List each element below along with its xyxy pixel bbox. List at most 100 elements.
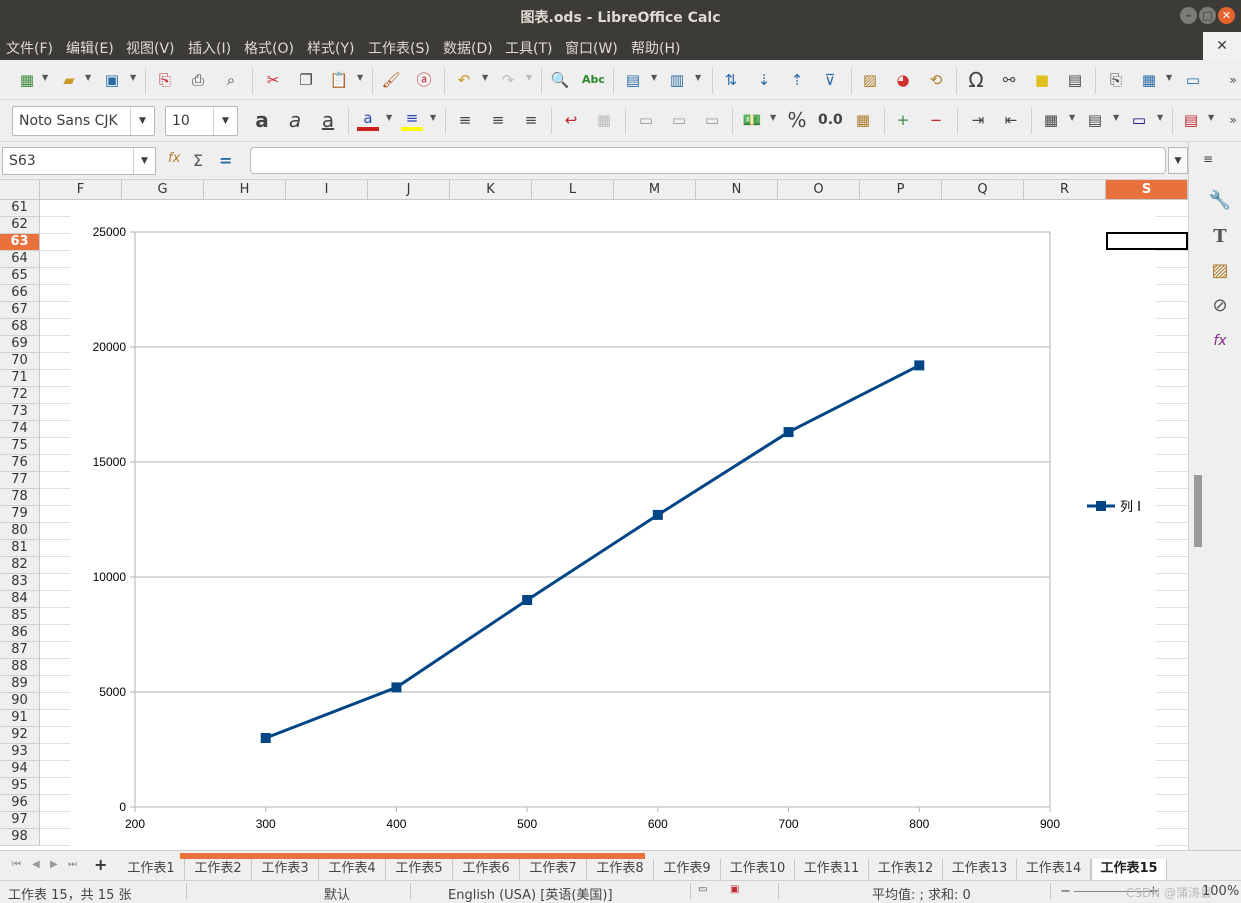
copy-icon[interactable]: ❐ (295, 69, 317, 91)
sheet-tab[interactable]: 工作表3 (252, 859, 319, 881)
more-toolbar-icon[interactable]: » (1222, 69, 1241, 91)
prev-sheet-icon[interactable]: ◀ (32, 859, 40, 870)
properties-icon[interactable]: 🔧 (1207, 188, 1233, 214)
data-point-marker[interactable] (783, 427, 794, 438)
language-indicator[interactable]: English (USA) [英语(美国)] (448, 884, 613, 903)
row-header-76[interactable]: 76 (0, 455, 40, 472)
column-header-i[interactable]: I (286, 180, 368, 200)
row-header-93[interactable]: 93 (0, 744, 40, 761)
menu-insert[interactable]: 插入(I) (188, 38, 231, 58)
column-header-j[interactable]: J (368, 180, 450, 200)
row-header-83[interactable]: 83 (0, 574, 40, 591)
row-header-89[interactable]: 89 (0, 676, 40, 693)
align-right-icon[interactable]: ≡ (520, 109, 542, 131)
split-window-icon[interactable]: ▭ (1182, 69, 1204, 91)
line-chart[interactable]: 0 5000 10000 15000 20000 25000 200 300 400 500 600… (70, 202, 1155, 847)
row-header-94[interactable]: 94 (0, 761, 40, 778)
select-all-corner[interactable] (0, 180, 40, 200)
data-point-marker[interactable] (652, 509, 663, 520)
row-header-98[interactable]: 98 (0, 829, 40, 846)
row-header-95[interactable]: 95 (0, 778, 40, 795)
menu-file[interactable]: 文件(F) (6, 38, 53, 58)
row-header-77[interactable]: 77 (0, 472, 40, 489)
insert-chart-icon[interactable]: ◕ (892, 69, 914, 91)
define-print-area-icon[interactable]: ⎘ (1105, 69, 1127, 91)
border-color-dropdown-icon[interactable]: ▼ (1157, 113, 1163, 122)
sheet-tab[interactable]: 工作表7 (520, 859, 587, 881)
data-point-marker[interactable] (391, 682, 402, 693)
more-format-icon[interactable]: » (1222, 109, 1241, 131)
column-header-l[interactable]: L (532, 180, 614, 200)
highlight-dropdown-icon[interactable]: ▼ (430, 113, 436, 122)
menu-format[interactable]: 格式(O) (244, 38, 294, 58)
maximize-icon[interactable]: □ (1199, 7, 1216, 24)
menu-edit[interactable]: 编辑(E) (66, 38, 114, 58)
paste-dropdown-icon[interactable]: ▼ (357, 73, 363, 82)
column-header-m[interactable]: M (614, 180, 696, 200)
plot-area[interactable] (134, 231, 1051, 808)
close-document-icon[interactable]: ✕ (1203, 32, 1241, 60)
row-header-71[interactable]: 71 (0, 370, 40, 387)
align-top-icon[interactable]: ▭ (635, 109, 657, 131)
sheet-tab[interactable]: 工作表11 (795, 859, 869, 881)
insert-image-icon[interactable]: ▨ (859, 69, 881, 91)
column-header-s[interactable]: S (1106, 180, 1188, 200)
decrease-indent-icon[interactable]: ⇤ (1000, 109, 1022, 131)
borders-dropdown-icon[interactable]: ▼ (1069, 113, 1075, 122)
new-document-icon[interactable]: ▦ (16, 69, 38, 91)
freeze-dropdown-icon[interactable]: ▼ (1166, 73, 1172, 82)
percent-icon[interactable]: % (786, 109, 808, 131)
menu-tools[interactable]: 工具(T) (505, 38, 552, 58)
conditional-format-icon[interactable]: ▤ (1180, 109, 1202, 131)
bold-icon[interactable]: a (251, 109, 273, 131)
border-color-icon[interactable]: ▭ (1128, 109, 1150, 131)
row-header-62[interactable]: 62 (0, 217, 40, 234)
paste-icon[interactable]: 📋 (328, 69, 350, 91)
add-decimal-icon[interactable]: + (892, 109, 914, 131)
row-header-66[interactable]: 66 (0, 285, 40, 302)
row-header-92[interactable]: 92 (0, 727, 40, 744)
page-style[interactable]: 默认 (324, 884, 350, 903)
sheet-tab[interactable]: 工作表4 (319, 859, 386, 881)
row-header-74[interactable]: 74 (0, 421, 40, 438)
align-bottom-icon[interactable]: ▭ (701, 109, 723, 131)
borders-icon[interactable]: ▦ (1040, 109, 1062, 131)
hyperlink-icon[interactable]: ⚯ (998, 69, 1020, 91)
sheet-tab[interactable]: 工作表1 (118, 859, 185, 881)
menu-window[interactable]: 窗口(W) (565, 38, 618, 58)
sheet-tab[interactable]: 工作表14 (1017, 859, 1091, 881)
comment-icon[interactable]: ■ (1031, 69, 1053, 91)
spreadsheet-grid[interactable]: FGHIJKLMNOPQRS 61 62 63 64 65 66 67 68 69 70 71 72 7… (0, 180, 1188, 850)
navigator-icon[interactable]: ⊘ (1207, 293, 1233, 319)
menu-help[interactable]: 帮助(H) (631, 38, 680, 58)
row-header-72[interactable]: 72 (0, 387, 40, 404)
pivot-table-icon[interactable]: ⟲ (925, 69, 947, 91)
print-icon[interactable]: ⎙ (187, 69, 209, 91)
increase-indent-icon[interactable]: ⇥ (967, 109, 989, 131)
data-point-marker[interactable] (260, 733, 271, 743)
row-header-73[interactable]: 73 (0, 404, 40, 421)
chevron-down-icon[interactable]: ▼ (133, 148, 155, 174)
currency-icon[interactable]: 💵 (741, 109, 763, 131)
align-left-icon[interactable]: ≡ (454, 109, 476, 131)
selection-mode-icon[interactable]: ▭ (698, 884, 707, 895)
sort-icon[interactable]: ⇅ (720, 69, 742, 91)
undo-dropdown-icon[interactable]: ▼ (482, 73, 488, 82)
row-header-82[interactable]: 82 (0, 557, 40, 574)
clone-formatting-icon[interactable]: 🖌 (380, 69, 402, 91)
row-header-79[interactable]: 79 (0, 506, 40, 523)
first-sheet-icon[interactable]: ⏮ (12, 859, 21, 870)
menu-data[interactable]: 数据(D) (443, 38, 493, 58)
row-header-67[interactable]: 67 (0, 302, 40, 319)
row-header-64[interactable]: 64 (0, 251, 40, 268)
column-header-k[interactable]: K (450, 180, 532, 200)
styles-icon[interactable]: T (1207, 224, 1233, 250)
font-size-combo[interactable]: 10 ▼ (165, 106, 238, 136)
sidebar-menu-icon[interactable]: ≡ (1203, 152, 1213, 166)
row-header-81[interactable]: 81 (0, 540, 40, 557)
align-middle-icon[interactable]: ▭ (668, 109, 690, 131)
header-footer-icon[interactable]: ▤ (1064, 69, 1086, 91)
find-replace-icon[interactable]: 🔍 (549, 69, 571, 91)
highlight-color-icon[interactable]: ≡ (401, 109, 423, 131)
sheet-tab[interactable]: 工作表5 (386, 859, 453, 881)
